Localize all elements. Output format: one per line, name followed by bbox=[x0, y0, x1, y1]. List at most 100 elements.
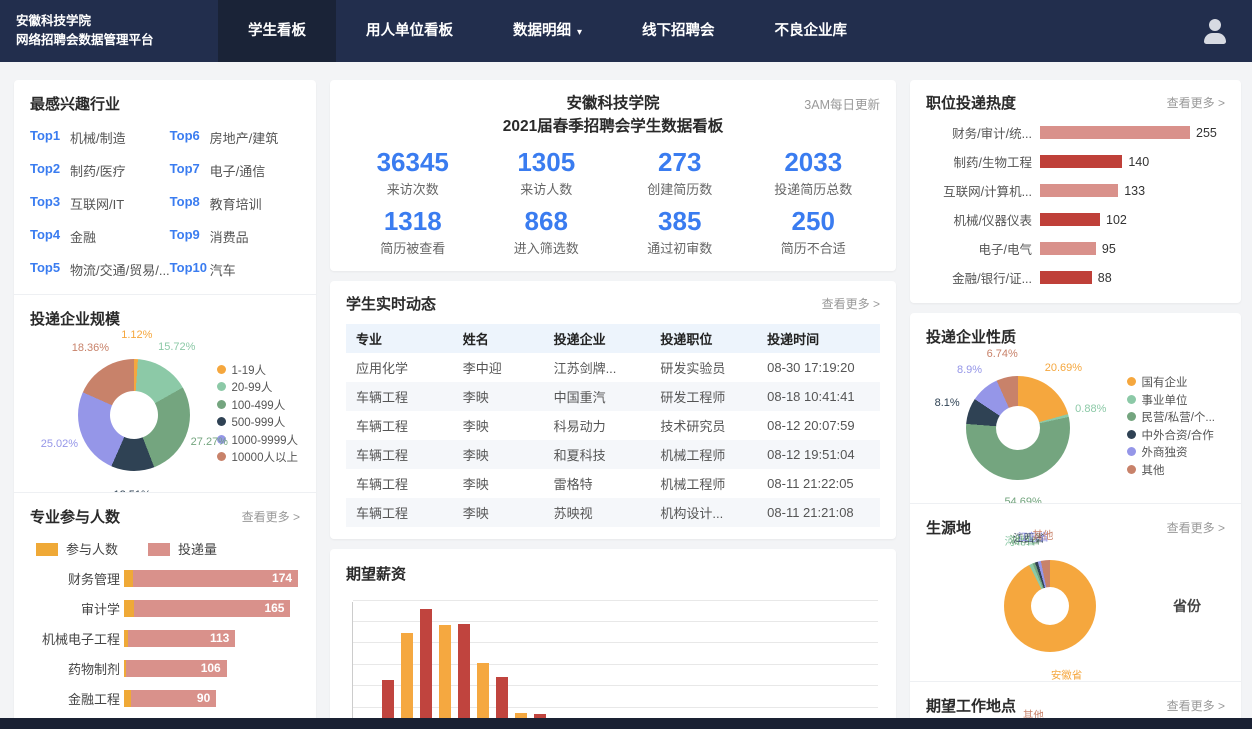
stat-cell: 1318简历被查看 bbox=[346, 206, 480, 257]
table-cell: 车辆工程 bbox=[346, 382, 453, 411]
nav-item-2[interactable]: 用人单位看板 bbox=[336, 0, 483, 62]
section-work-location: 期望工作地点 查看更多 > 安徽省上海江苏省浙江省北京其他 省份 bbox=[910, 681, 1241, 718]
legend-participants: 参与人数 bbox=[36, 539, 118, 558]
legend-dot bbox=[1127, 465, 1136, 474]
top-navbar: 安徽科技学院 网络招聘会数据管理平台 学生看板用人单位看板数据明细▾线下招聘会不… bbox=[0, 0, 1252, 62]
legend-dot bbox=[217, 365, 226, 374]
interest-grid: Top1机械/制造Top2制药/医疗Top3互联网/ITTop4金融Top5物流… bbox=[30, 114, 300, 279]
company-scale-title: 投递企业规模 bbox=[30, 308, 300, 329]
stat-cell: 36345来访次数 bbox=[346, 147, 480, 198]
nav-item-5[interactable]: 不良企业库 bbox=[745, 0, 878, 62]
dashboard-title-line2: 2021届春季招聘会学生数据看板 bbox=[346, 115, 880, 138]
realtime-table: 专业姓名投递企业投递职位投递时间应用化学李中迎江苏剑牌...研发实验员08-30… bbox=[346, 324, 880, 527]
origin-more-link[interactable]: 查看更多 > bbox=[1167, 519, 1225, 536]
nav-item-3[interactable]: 数据明细▾ bbox=[483, 0, 612, 62]
table-cell: 李映 bbox=[453, 411, 544, 440]
stat-label: 投递简历总数 bbox=[747, 179, 881, 198]
left-panel-card: 最感兴趣行业 Top1机械/制造Top2制药/医疗Top3互联网/ITTop4金… bbox=[14, 80, 316, 718]
legend-item: 其他 bbox=[1127, 463, 1215, 481]
interest-title: 最感兴趣行业 bbox=[30, 93, 300, 114]
salary-bar bbox=[401, 633, 413, 718]
table-cell: 车辆工程 bbox=[346, 498, 453, 527]
table-row[interactable]: 车辆工程李映和夏科技机械工程师08-12 19:51:04 bbox=[346, 440, 880, 469]
heat-bar bbox=[1040, 271, 1092, 284]
realtime-title: 学生实时动态 bbox=[346, 293, 436, 314]
right-column: 职位投递热度 查看更多 > 财务/审计/统...255制药/生物工程140互联网… bbox=[910, 80, 1241, 718]
work-location-more-link[interactable]: 查看更多 > bbox=[1167, 697, 1225, 714]
table-cell: 车辆工程 bbox=[346, 440, 453, 469]
heat-bar bbox=[1040, 242, 1096, 255]
left-column: 最感兴趣行业 Top1机械/制造Top2制药/医疗Top3互联网/ITTop4金… bbox=[14, 80, 316, 718]
origin-legend-title: 省份 bbox=[1173, 596, 1201, 616]
stat-value: 2033 bbox=[747, 147, 881, 178]
stat-cell: 250简历不合适 bbox=[747, 206, 881, 257]
origin-donut: 安徽省河北省湖南省江西省江苏省其他 bbox=[1004, 560, 1096, 652]
donut-label: 1.12% bbox=[121, 329, 152, 341]
table-cell: 08-12 19:51:04 bbox=[757, 440, 880, 469]
table-cell: 研发工程师 bbox=[650, 382, 757, 411]
major-bar: 106 bbox=[124, 660, 227, 677]
industry-rank-item: Top10汽车 bbox=[170, 260, 300, 279]
major-bar: 174 bbox=[124, 570, 298, 587]
section-company-nature: 投递企业性质 20.69%0.88%54.69%8.1%8.9%6.74% 国有… bbox=[910, 313, 1241, 503]
legend-item: 500-999人 bbox=[217, 415, 299, 433]
industry-name: 电子/通信 bbox=[210, 161, 266, 180]
right-panel-card: 投递企业性质 20.69%0.88%54.69%8.1%8.9%6.74% 国有… bbox=[910, 313, 1241, 718]
industry-name: 房地产/建筑 bbox=[210, 128, 279, 147]
user-avatar-icon[interactable] bbox=[1202, 18, 1228, 44]
industry-name: 消费品 bbox=[210, 227, 249, 246]
table-row[interactable]: 车辆工程李映中国重汽研发工程师08-18 10:41:41 bbox=[346, 382, 880, 411]
nav-item-1[interactable]: 学生看板 bbox=[218, 0, 336, 62]
industry-rank-item: Top8教育培训 bbox=[170, 194, 300, 213]
industry-rank-item: Top5物流/交通/贸易/... bbox=[30, 260, 170, 279]
heat-value: 88 bbox=[1098, 271, 1112, 285]
participants-bar-segment bbox=[124, 570, 133, 587]
salary-bar bbox=[534, 714, 546, 718]
rank-label: Top4 bbox=[30, 227, 70, 246]
logo-line2: 网络招聘会数据管理平台 bbox=[16, 31, 202, 50]
stat-cell: 273创建简历数 bbox=[613, 147, 747, 198]
table-row[interactable]: 车辆工程李映苏映视机构设计...08-11 21:21:08 bbox=[346, 498, 880, 527]
major-label: 审计学 bbox=[30, 599, 120, 618]
rank-label: Top2 bbox=[30, 161, 70, 180]
majors-more-link[interactable]: 查看更多 > bbox=[242, 508, 300, 525]
stat-value: 1318 bbox=[346, 206, 480, 237]
industry-rank-item: Top1机械/制造 bbox=[30, 128, 170, 147]
table-row[interactable]: 车辆工程李映雷格特机械工程师08-11 21:22:05 bbox=[346, 469, 880, 498]
realtime-more-link[interactable]: 查看更多 > bbox=[822, 295, 880, 312]
donut-hole bbox=[1031, 587, 1069, 625]
stat-label: 进入筛选数 bbox=[480, 238, 614, 257]
major-row: 机械电子工程113 bbox=[30, 629, 300, 648]
center-column: 3AM每日更新 安徽科技学院 2021届春季招聘会学生数据看板 36345来访次… bbox=[330, 80, 896, 718]
table-row[interactable]: 应用化学李中迎江苏剑牌...研发实验员08-30 17:19:20 bbox=[346, 353, 880, 382]
applications-bar-segment: 113 bbox=[128, 630, 236, 647]
majors-legend: 参与人数 投递量 bbox=[36, 539, 300, 558]
job-heat-bar-chart: 财务/审计/统...255制药/生物工程140互联网/计算机...133机械/仪… bbox=[926, 123, 1225, 287]
heat-bar bbox=[1040, 155, 1122, 168]
salary-bars bbox=[353, 609, 878, 718]
table-cell: 李映 bbox=[453, 382, 544, 411]
industry-name: 教育培训 bbox=[210, 194, 262, 213]
job-heat-more-link[interactable]: 查看更多 > bbox=[1167, 94, 1225, 111]
table-cell: 08-11 21:21:08 bbox=[757, 498, 880, 527]
table-cell: 机械工程师 bbox=[650, 469, 757, 498]
industry-name: 物流/交通/贸易/... bbox=[70, 260, 170, 279]
nav-item-4[interactable]: 线下招聘会 bbox=[612, 0, 745, 62]
table-cell: 李映 bbox=[453, 498, 544, 527]
company-nature-donut: 20.69%0.88%54.69%8.1%8.9%6.74% bbox=[966, 376, 1070, 480]
salary-title: 期望薪资 bbox=[346, 563, 880, 584]
legend-dot bbox=[217, 417, 226, 426]
dashboard-title-line1: 安徽科技学院 bbox=[346, 92, 880, 115]
donut-label: 27.27% bbox=[191, 436, 228, 448]
major-row: 药物制剂106 bbox=[30, 659, 300, 678]
donut-label: 6.74% bbox=[987, 348, 1018, 360]
table-cell: 08-12 20:07:59 bbox=[757, 411, 880, 440]
donut-label: 25.02% bbox=[41, 438, 78, 450]
section-interest-industries: 最感兴趣行业 Top1机械/制造Top2制药/医疗Top3互联网/ITTop4金… bbox=[14, 80, 316, 294]
major-bar: 113 bbox=[124, 630, 235, 647]
table-cell: 08-18 10:41:41 bbox=[757, 382, 880, 411]
heat-value: 133 bbox=[1124, 184, 1145, 198]
donut-label: 8.9% bbox=[957, 364, 982, 376]
table-row[interactable]: 车辆工程李映科易动力技术研究员08-12 20:07:59 bbox=[346, 411, 880, 440]
stat-value: 385 bbox=[613, 206, 747, 237]
